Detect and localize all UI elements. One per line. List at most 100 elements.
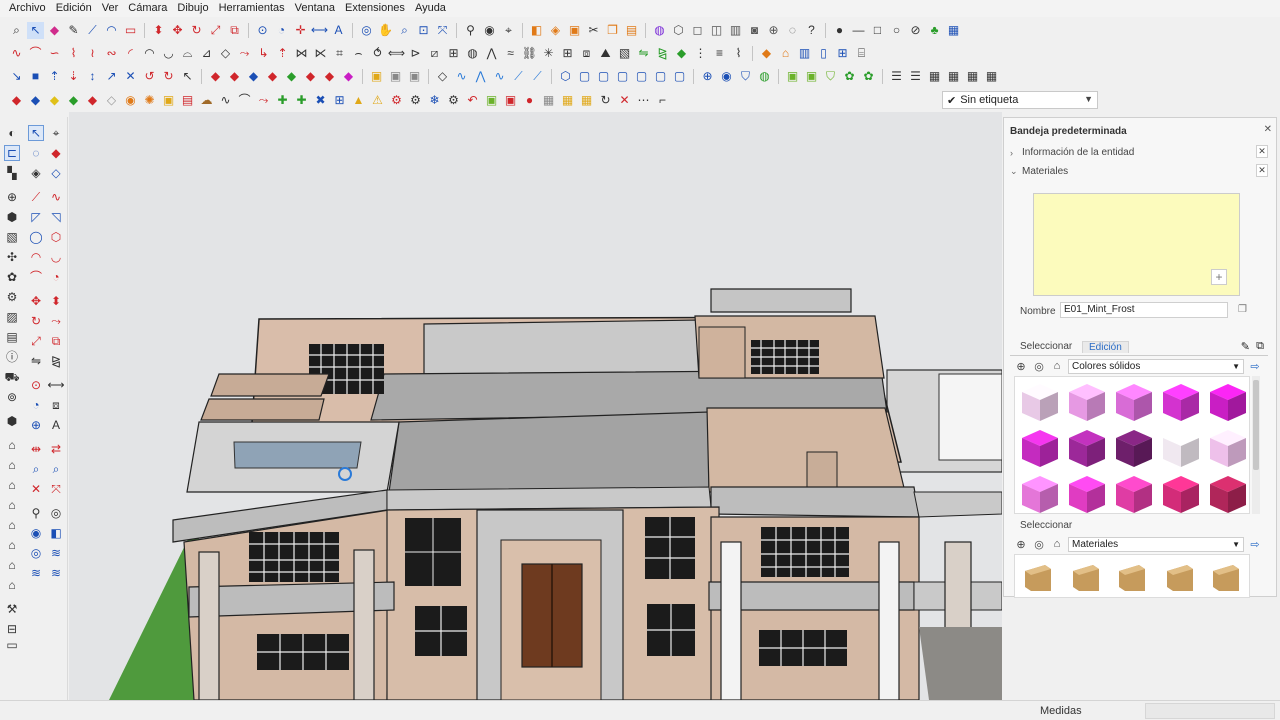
camera-icon[interactable]: ◙ xyxy=(746,22,763,39)
forward-icon[interactable]: ◎ xyxy=(1032,359,1046,373)
component-icon[interactable]: ▣ xyxy=(566,22,583,39)
zoom-window-icon[interactable]: ⊡ xyxy=(415,22,432,39)
house-icon[interactable]: ⌂ xyxy=(777,45,794,62)
menu-ver[interactable]: Ver xyxy=(97,0,124,17)
tag-yellow-icon[interactable]: ◆ xyxy=(46,92,63,109)
pencil-icon[interactable]: ✎ xyxy=(65,22,82,39)
freehand-2-icon[interactable]: ∿ xyxy=(48,189,64,205)
move-x-icon[interactable]: ↘ xyxy=(8,68,25,85)
protractor-2-icon[interactable]: ◔ xyxy=(28,397,44,413)
create-material-icon[interactable]: + xyxy=(1211,269,1227,285)
table-icon[interactable]: ▦ xyxy=(926,68,943,85)
tray-close-icon[interactable]: ✕ xyxy=(1264,124,1272,135)
top-view-icon[interactable]: ◻ xyxy=(689,22,706,39)
box-gray-2-icon[interactable]: ▣ xyxy=(406,68,423,85)
section-4-icon[interactable]: ◧ xyxy=(48,525,64,541)
grid-tool-icon[interactable]: ⊞ xyxy=(559,45,576,62)
material-swatch[interactable] xyxy=(1206,473,1250,514)
align-icon[interactable]: ≡ xyxy=(711,45,728,62)
joint-push-pull-icon[interactable]: ◇ xyxy=(217,45,234,62)
tag-red-2-icon[interactable]: ◆ xyxy=(84,92,101,109)
geo-location-icon[interactable]: ⊕ xyxy=(765,22,782,39)
hat-3-icon[interactable]: ⌂ xyxy=(4,477,20,493)
tab-select[interactable]: Seleccionar xyxy=(1020,341,1072,352)
gear-red-icon[interactable]: ⚙ xyxy=(388,92,405,109)
warn-icon[interactable]: ⚠ xyxy=(369,92,386,109)
hat-5-icon[interactable]: ⌂ xyxy=(4,517,20,533)
text-3-icon[interactable]: A xyxy=(48,417,64,433)
window-icon[interactable]: ⊞ xyxy=(834,45,851,62)
cross-blue-icon[interactable]: ✖ xyxy=(312,92,329,109)
arrow-diag-icon[interactable]: ↗ xyxy=(103,68,120,85)
arc-5-icon[interactable]: ⌒ xyxy=(28,269,44,285)
walk-icon[interactable]: ⚲ xyxy=(462,22,479,39)
position-camera-icon[interactable]: ⌖ xyxy=(500,22,517,39)
spline-icon[interactable]: ∽ xyxy=(46,45,63,62)
walk-2-icon[interactable]: ⚲ xyxy=(28,505,44,521)
weld-icon[interactable]: ⛓ xyxy=(521,45,538,62)
cube-icon[interactable]: ⬢ xyxy=(4,209,20,225)
target-icon[interactable]: ⊕ xyxy=(699,68,716,85)
material-swatch[interactable] xyxy=(1112,473,1156,514)
iso-view-icon[interactable]: ⬡ xyxy=(670,22,687,39)
cog-icon[interactable]: ✿ xyxy=(4,269,20,285)
bell-icon[interactable]: ◉ xyxy=(122,92,139,109)
tag-dropdown[interactable]: ✔ Sin etiqueta ▼ xyxy=(942,91,1098,109)
lattice-icon[interactable]: ⌗ xyxy=(331,45,348,62)
wave-3-icon[interactable]: ∿ xyxy=(217,92,234,109)
axes-2-icon[interactable]: ⊕ xyxy=(28,417,44,433)
hat-8-icon[interactable]: ⌂ xyxy=(4,577,20,593)
line-style-icon[interactable]: — xyxy=(850,22,867,39)
line-2-icon[interactable]: ⟋ xyxy=(28,189,44,205)
gem-blue-icon[interactable]: ◆ xyxy=(245,68,262,85)
menu-herramientas[interactable]: Herramientas xyxy=(214,0,290,17)
gear-icon[interactable]: ⚙ xyxy=(407,92,424,109)
right-view-icon[interactable]: ▥ xyxy=(727,22,744,39)
flip-2-icon[interactable]: ⇋ xyxy=(28,353,44,369)
zoom-extents-icon[interactable]: ⤧ xyxy=(434,22,451,39)
diamond-icon[interactable]: ◇ xyxy=(48,165,64,181)
info-icon[interactable]: ⓘ xyxy=(4,349,20,365)
table-2-icon[interactable]: ▦ xyxy=(945,68,962,85)
door-icon[interactable]: ▯ xyxy=(815,45,832,62)
tag-blue-icon[interactable]: ◆ xyxy=(27,92,44,109)
orbit-icon[interactable]: ◎ xyxy=(358,22,375,39)
material-swatch[interactable] xyxy=(1065,473,1109,514)
hat-2-icon[interactable]: ⌂ xyxy=(4,457,20,473)
dimension-2-icon[interactable]: ⟷ xyxy=(47,377,64,393)
cluster-2-icon[interactable]: ✿ xyxy=(860,68,877,85)
rotate-4-icon[interactable]: ↻ xyxy=(28,313,44,329)
gear-2-icon[interactable]: ⚙ xyxy=(445,92,462,109)
smooth-icon[interactable]: ◍ xyxy=(464,45,481,62)
front-view-icon[interactable]: ◫ xyxy=(708,22,725,39)
shield-green-icon[interactable]: ⛉ xyxy=(822,68,839,85)
measures-input[interactable] xyxy=(1145,703,1275,719)
walls-icon[interactable]: ⊏ xyxy=(4,145,20,161)
material-swatch[interactable] xyxy=(1018,473,1062,514)
layout-icon[interactable]: ▦ xyxy=(945,22,962,39)
collection-dropdown[interactable]: Colores sólidos ▼ xyxy=(1068,358,1244,374)
hex-dark-icon[interactable]: ⬢ xyxy=(4,413,20,429)
tool-2-icon[interactable]: ⊟ xyxy=(4,621,20,637)
curve-icon[interactable]: ∿ xyxy=(8,45,25,62)
material-swatch[interactable] xyxy=(1112,381,1156,423)
frame-icon[interactable]: ▢ xyxy=(576,68,593,85)
gem-red-4-icon[interactable]: ◆ xyxy=(302,68,319,85)
cross-icon[interactable]: ✕ xyxy=(122,68,139,85)
line-icon[interactable]: ⟋ xyxy=(84,22,101,39)
wave-2-icon[interactable]: ∿ xyxy=(491,68,508,85)
list-2-icon[interactable]: ☰ xyxy=(907,68,924,85)
brackets-icon[interactable]: ⌐ xyxy=(654,92,671,109)
snowflake-icon[interactable]: ❄ xyxy=(426,92,443,109)
tape-icon[interactable]: ⊙ xyxy=(28,377,44,393)
material-swatch[interactable] xyxy=(1159,473,1203,514)
push-pull-icon[interactable]: ⬍ xyxy=(150,22,167,39)
puzzle-icon[interactable]: ✣ xyxy=(4,249,20,265)
dot-red-icon[interactable]: ● xyxy=(521,92,538,109)
terrain-icon[interactable]: ⛰ xyxy=(597,45,614,62)
tag-green-icon[interactable]: ◆ xyxy=(65,92,82,109)
hat-icon[interactable]: ⌂ xyxy=(4,437,20,453)
rectangle-icon[interactable]: ▭ xyxy=(122,22,139,39)
layers-icon[interactable]: ▤ xyxy=(4,329,20,345)
tag-red-icon[interactable]: ◆ xyxy=(8,92,25,109)
